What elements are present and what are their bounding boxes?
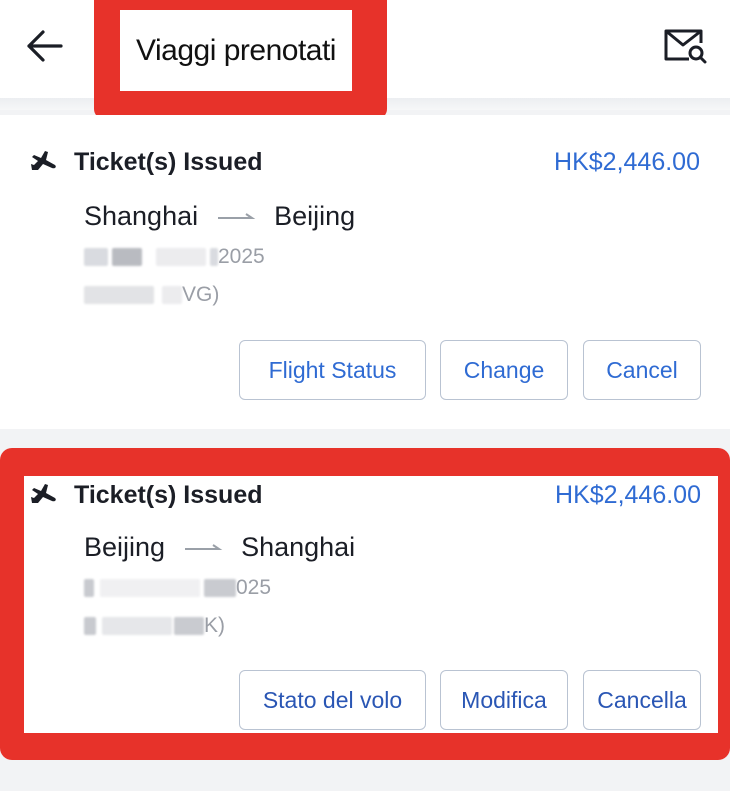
- flight-status-button[interactable]: Flight Status: [239, 340, 426, 400]
- change-button[interactable]: Change: [440, 340, 568, 400]
- plane-icon: [30, 150, 60, 176]
- trip-flight-code: VG): [84, 283, 219, 307]
- route: Beijing Shanghai: [84, 532, 355, 563]
- destination-city: Shanghai: [241, 532, 356, 562]
- back-button[interactable]: [22, 24, 66, 68]
- trip-price: HK$2,446.00: [555, 481, 701, 509]
- flight-status-button[interactable]: Stato del volo: [239, 670, 426, 730]
- cancel-button[interactable]: Cancella: [583, 670, 701, 730]
- ticket-status: Ticket(s) Issued: [74, 481, 263, 509]
- arrow-left-icon: [27, 30, 63, 62]
- plane-icon: [30, 483, 60, 509]
- cancel-button[interactable]: Cancel: [583, 340, 701, 400]
- page-title: Viaggi prenotati: [136, 33, 336, 67]
- mail-search-button[interactable]: [662, 26, 708, 66]
- trip-flight-code: K): [84, 614, 225, 638]
- origin-city: Shanghai: [84, 201, 199, 231]
- trip-price: HK$2,446.00: [554, 148, 700, 176]
- trip-card[interactable]: Ticket(s) Issued HK$2,446.00 Shanghai Be…: [0, 115, 730, 429]
- title-highlight-frame: Viaggi prenotati: [94, 0, 387, 119]
- trip-date: 2025: [84, 245, 265, 269]
- route-arrow-icon: [183, 543, 223, 553]
- mail-search-icon: [664, 29, 707, 64]
- ticket-status: Ticket(s) Issued: [74, 148, 263, 176]
- trip-card[interactable]: Ticket(s) Issued HK$2,446.00 Beijing Sha…: [24, 476, 718, 733]
- route-arrow-icon: [216, 212, 256, 222]
- destination-city: Beijing: [274, 201, 356, 231]
- origin-city: Beijing: [84, 532, 166, 562]
- route: Shanghai Beijing: [84, 201, 355, 232]
- trip-date: 025: [84, 576, 271, 600]
- change-button[interactable]: Modifica: [440, 670, 568, 730]
